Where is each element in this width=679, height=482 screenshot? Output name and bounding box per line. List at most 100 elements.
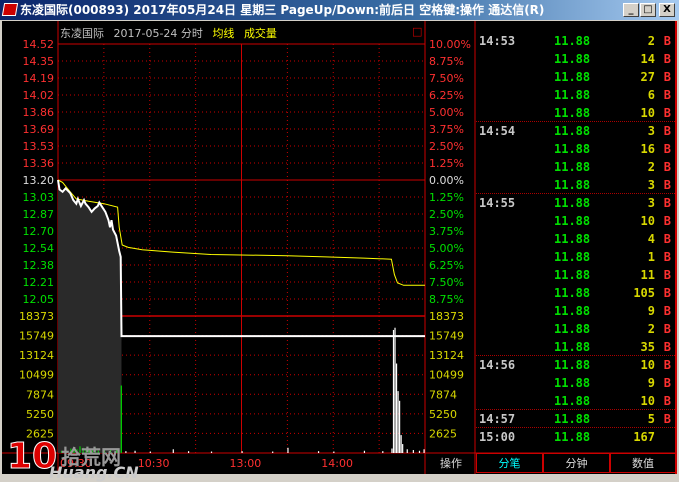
price-tick-label: 13.03 <box>23 191 55 204</box>
tick-row[interactable]: 11.88 4 B <box>476 230 675 248</box>
tick-row[interactable]: 14:53 11.88 2 B <box>476 32 675 50</box>
tick-side: B <box>663 358 671 372</box>
tick-side: B <box>663 322 671 336</box>
tick-row[interactable]: 11.88 1 B <box>476 248 675 266</box>
tick-side: B <box>663 88 671 102</box>
tick-row[interactable]: 14:55 11.88 3 B <box>476 194 675 212</box>
volume-bar <box>97 450 99 453</box>
volume-bar <box>397 391 399 453</box>
tick-volume: 3 <box>647 178 655 192</box>
tick-row[interactable]: 11.88 9 B <box>476 302 675 320</box>
tick-time: 14:54 <box>479 124 516 138</box>
bottom-tabs: 操作 分笔 分钟 数值 <box>426 453 677 473</box>
tick-price: 11.88 <box>554 304 591 318</box>
volume-tick-label-right: 15749 <box>429 330 464 343</box>
volume-bar <box>418 450 421 453</box>
tick-row[interactable]: 11.88 6 B <box>476 86 675 104</box>
price-tick-label: 14.35 <box>23 55 55 68</box>
tick-side: B <box>663 250 671 264</box>
tick-row[interactable]: 11.88 2 B <box>476 158 675 176</box>
tab-ticks[interactable]: 分笔 <box>476 453 543 473</box>
volume-tick-label-right: 18373 <box>429 310 464 323</box>
tick-side: B <box>663 196 671 210</box>
volume-bar <box>394 327 396 453</box>
toggle-box-icon[interactable]: □ <box>412 25 422 38</box>
volume-bar <box>70 448 72 453</box>
volume-bar <box>317 451 320 453</box>
maximize-button[interactable]: □ <box>640 3 656 17</box>
tick-side: B <box>663 178 671 192</box>
tick-price: 11.88 <box>554 358 591 372</box>
tab-values[interactable]: 数值 <box>610 453 676 473</box>
pct-tick-label: 6.25% <box>429 89 464 102</box>
tick-row[interactable]: 11.88 9 B <box>476 374 675 392</box>
avg-line-label[interactable]: 均线 <box>212 27 234 40</box>
tick-price: 11.88 <box>554 232 591 246</box>
volume-bar <box>125 451 127 453</box>
tick-price: 11.88 <box>554 322 591 336</box>
tick-side: B <box>663 160 671 174</box>
volume-bar <box>423 449 425 453</box>
volume-bar <box>120 385 122 453</box>
tick-list[interactable]: 14:53 11.88 2 B 11.88 14 B 11.88 27 B 11.88 6 B 11.88… <box>476 21 675 453</box>
tick-row[interactable]: 14:57 11.88 5 B <box>476 410 675 428</box>
tick-row[interactable]: 11.88 14 B <box>476 50 675 68</box>
tick-side: B <box>663 394 671 408</box>
tick-time: 14:56 <box>479 358 516 372</box>
tick-row[interactable]: 11.88 10 B <box>476 212 675 230</box>
tick-row[interactable]: 11.88 27 B <box>476 68 675 86</box>
tab-minutes[interactable]: 分钟 <box>543 453 610 473</box>
volume-tick-label-right: 10499 <box>429 369 464 382</box>
volume-bar <box>241 451 243 453</box>
volume-tick-label: 13124 <box>19 349 54 362</box>
close-button[interactable]: X <box>659 3 675 17</box>
tick-row[interactable]: 11.88 11 B <box>476 266 675 284</box>
tick-row[interactable]: 11.88 35 B <box>476 338 675 356</box>
tick-volume: 9 <box>647 376 655 390</box>
tick-volume: 35 <box>640 340 655 354</box>
pct-tick-label: 0.00% <box>429 174 464 187</box>
tick-row[interactable]: 11.88 3 B <box>476 176 675 194</box>
tick-price: 11.88 <box>554 394 591 408</box>
tick-row[interactable]: 11.88 16 B <box>476 140 675 158</box>
tick-row[interactable]: 11.88 10 B <box>476 392 675 410</box>
minimize-button[interactable]: _ <box>623 3 639 17</box>
tick-side: B <box>663 340 671 354</box>
tick-price: 11.88 <box>554 250 591 264</box>
tick-row[interactable]: 11.88 2 B <box>476 320 675 338</box>
pct-tick-label: 7.50% <box>429 276 464 289</box>
tick-price: 11.88 <box>554 430 591 444</box>
time-label: 14:00 <box>321 457 353 470</box>
tick-price: 11.88 <box>554 88 591 102</box>
tick-row[interactable]: 14:54 11.88 3 B <box>476 122 675 140</box>
volume-bar <box>412 450 414 453</box>
right-border <box>675 21 677 474</box>
tick-volume: 4 <box>647 232 655 246</box>
tick-volume: 10 <box>640 394 655 408</box>
tick-side: B <box>663 70 671 84</box>
price-tick-label: 12.87 <box>23 208 55 221</box>
tick-side: B <box>663 286 671 300</box>
tick-row[interactable]: 15:00 11.88 167 <box>476 428 675 446</box>
pct-tick-label: 7.50% <box>429 72 464 85</box>
volume-bar <box>392 329 395 453</box>
tick-time: 14:55 <box>479 196 516 210</box>
tick-row[interactable]: 11.88 105 B <box>476 284 675 302</box>
volume-bar <box>382 451 384 453</box>
tick-row[interactable]: 11.88 10 B <box>476 104 675 122</box>
volume-bar <box>85 450 87 453</box>
price-tick-label: 12.21 <box>23 276 55 289</box>
volume-bar <box>79 446 81 453</box>
tab-operate[interactable]: 操作 <box>426 453 476 473</box>
volume-bar <box>363 450 366 453</box>
pct-tick-label: 2.50% <box>429 208 464 221</box>
tick-row[interactable]: 14:56 11.88 10 B <box>476 356 675 374</box>
volume-bar <box>76 449 78 453</box>
price-tick-label: 13.36 <box>23 157 55 170</box>
volume-bar <box>406 449 408 453</box>
volume-bar <box>400 435 402 453</box>
tick-volume: 10 <box>640 214 655 228</box>
tick-time: 14:57 <box>479 412 516 426</box>
volume-label[interactable]: 成交量 <box>244 27 277 40</box>
pct-tick-label: 5.00% <box>429 242 464 255</box>
